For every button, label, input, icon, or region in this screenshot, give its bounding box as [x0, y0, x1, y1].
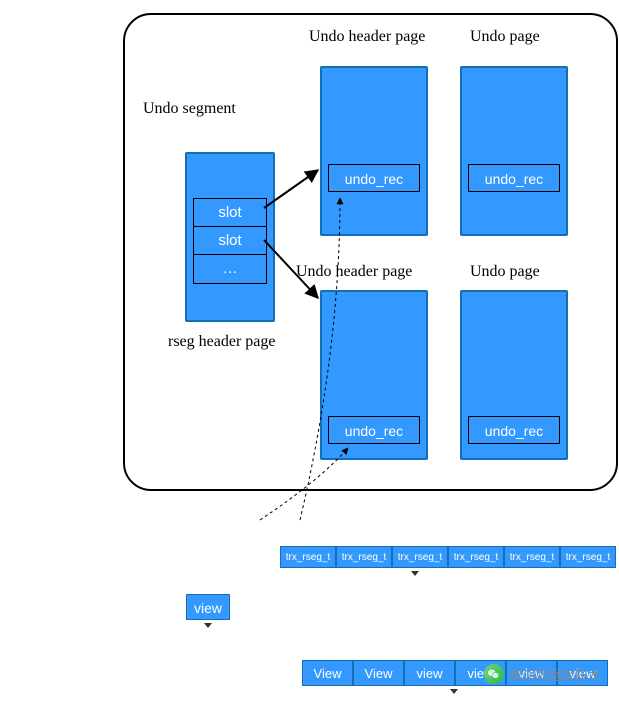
- trx-rseg-cell: trx_rseg_t: [560, 546, 616, 568]
- slot-item: …: [194, 255, 266, 283]
- slot-item: slot: [194, 227, 266, 255]
- watermark-text: 腾讯数据库技术: [510, 665, 601, 684]
- label-undo-page-mid: Undo page: [470, 263, 540, 281]
- trx-rseg-cell: trx_rseg_t: [336, 546, 392, 568]
- trx-rseg-cell: trx_rseg_t: [280, 546, 336, 568]
- caret-down-icon: [450, 689, 458, 694]
- watermark: 腾讯数据库技术: [484, 664, 601, 684]
- undo-rec-cell: undo_rec: [468, 164, 560, 192]
- label-undo-segment: Undo segment: [143, 100, 236, 118]
- caret-down-icon: [204, 623, 212, 628]
- view-cell: View: [353, 660, 404, 686]
- slot-item: slot: [194, 199, 266, 227]
- view-cell: View: [302, 660, 353, 686]
- undo-page-top: undo_rec: [460, 66, 568, 236]
- undo-rec-cell: undo_rec: [468, 416, 560, 444]
- rseg-header-page: slot slot …: [185, 152, 275, 322]
- trx-rseg-cell: trx_rseg_t: [392, 546, 448, 568]
- caret-down-icon: [411, 571, 419, 576]
- trx-rseg-row: trx_rseg_t trx_rseg_t trx_rseg_t trx_rse…: [280, 546, 616, 568]
- undo-header-page-bottom: undo_rec: [320, 290, 428, 460]
- single-view-cell: view: [186, 594, 230, 620]
- label-undo-header-top: Undo header page: [309, 28, 425, 46]
- undo-page-bottom: undo_rec: [460, 290, 568, 460]
- trx-rseg-cell: trx_rseg_t: [448, 546, 504, 568]
- undo-rec-cell: undo_rec: [328, 416, 420, 444]
- trx-rseg-cell: trx_rseg_t: [504, 546, 560, 568]
- label-rseg-header: rseg header page: [168, 333, 276, 351]
- view-cell: view: [404, 660, 455, 686]
- undo-header-page-top: undo_rec: [320, 66, 428, 236]
- label-undo-header-mid: Undo header page: [296, 263, 412, 281]
- wechat-icon: [484, 664, 504, 684]
- undo-rec-cell: undo_rec: [328, 164, 420, 192]
- slot-list: slot slot …: [193, 198, 267, 284]
- label-undo-page-top: Undo page: [470, 28, 540, 46]
